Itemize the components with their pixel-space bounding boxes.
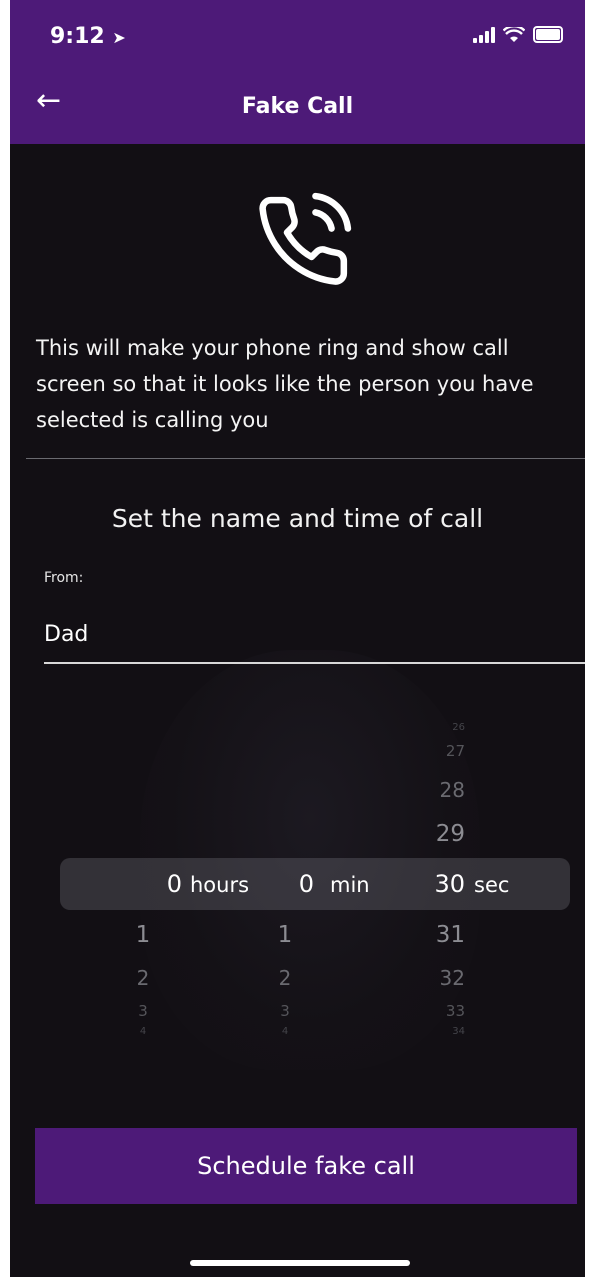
wifi-icon bbox=[503, 26, 525, 42]
divider bbox=[26, 458, 585, 459]
minutes-option[interactable]: 4 bbox=[260, 1026, 310, 1037]
signal-icon bbox=[473, 26, 495, 43]
seconds-option[interactable]: 34 bbox=[415, 1026, 465, 1037]
phone-screen: 9:12 ➤ ← Fake Call This will make your p… bbox=[10, 0, 585, 1277]
status-time: 9:12 ➤ bbox=[50, 24, 126, 49]
seconds-option[interactable]: 27 bbox=[415, 742, 465, 760]
status-time-text: 9:12 bbox=[50, 24, 105, 49]
minutes-option[interactable]: 2 bbox=[260, 966, 310, 990]
app-bar: 9:12 ➤ ← Fake Call bbox=[10, 0, 585, 144]
from-label: From: bbox=[44, 570, 84, 586]
minutes-unit-label: min bbox=[330, 873, 370, 897]
seconds-option[interactable]: 29 bbox=[415, 821, 465, 847]
phone-ringing-icon bbox=[259, 192, 352, 285]
seconds-option[interactable]: 28 bbox=[415, 778, 465, 802]
home-indicator[interactable] bbox=[190, 1260, 410, 1266]
minutes-option[interactable]: 1 bbox=[260, 922, 310, 948]
minutes-selected[interactable]: 0 bbox=[264, 870, 314, 898]
page-title: Fake Call bbox=[241, 94, 354, 119]
minutes-option[interactable]: 3 bbox=[260, 1002, 310, 1020]
section-title: Set the name and time of call bbox=[111, 504, 484, 533]
schedule-fake-call-button[interactable]: Schedule fake call bbox=[35, 1128, 577, 1204]
location-arrow-icon: ➤ bbox=[112, 28, 126, 47]
input-underline bbox=[44, 662, 585, 664]
seconds-selected[interactable]: 30 bbox=[415, 870, 465, 898]
seconds-option[interactable]: 26 bbox=[415, 722, 465, 733]
seconds-option[interactable]: 31 bbox=[415, 922, 465, 948]
hours-option[interactable]: 3 bbox=[118, 1002, 168, 1020]
seconds-option[interactable]: 33 bbox=[415, 1002, 465, 1020]
hours-option[interactable]: 2 bbox=[118, 966, 168, 990]
hours-option[interactable]: 1 bbox=[118, 922, 168, 948]
caller-name-input[interactable] bbox=[44, 616, 574, 652]
status-icons bbox=[473, 26, 563, 43]
hours-option[interactable]: 4 bbox=[118, 1026, 168, 1037]
seconds-option[interactable]: 32 bbox=[415, 966, 465, 990]
seconds-unit-label: sec bbox=[474, 873, 510, 897]
hours-selected[interactable]: 0 bbox=[132, 870, 182, 898]
hours-unit-label: hours bbox=[190, 873, 250, 897]
description-text: This will make your phone ring and show … bbox=[36, 336, 534, 432]
battery-icon bbox=[533, 26, 563, 43]
